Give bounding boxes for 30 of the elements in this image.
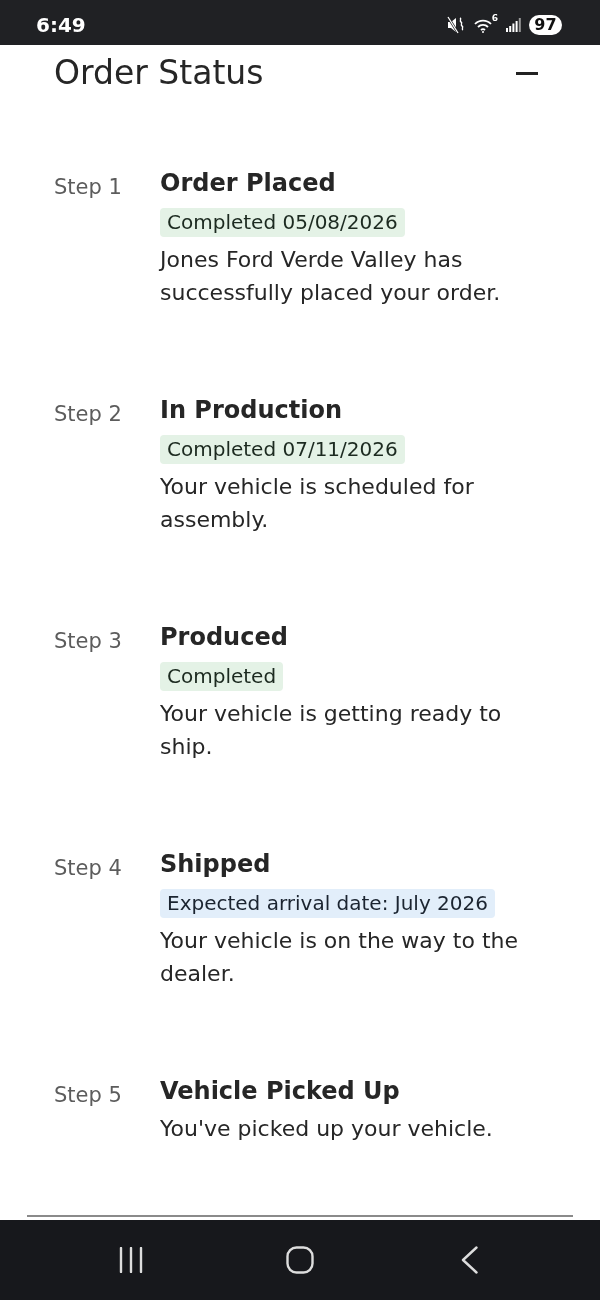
step-description: Jones Ford Verde Valley has successfully placed your order. [160, 246, 502, 307]
step-description: Your vehicle is getting ready to ship. [160, 700, 503, 761]
step-title: Order Placed [160, 168, 336, 198]
wifi-standard-label: 6 [491, 12, 498, 23]
step-title: Shipped [160, 849, 271, 879]
status-badge: Completed [160, 662, 284, 691]
step-label: Step 3 [54, 628, 123, 655]
back-icon[interactable] [461, 1246, 478, 1274]
status-badge: Expected arrival date: July 2026 [160, 889, 495, 918]
step-label: Step 5 [54, 1082, 123, 1109]
step-description: Your vehicle is scheduled for assembly. [160, 473, 475, 534]
step-title: Produced [160, 622, 288, 652]
signal-icon [506, 17, 521, 32]
status-time: 6:49 [36, 12, 86, 37]
home-icon[interactable] [286, 1246, 314, 1274]
minus-icon[interactable] [516, 71, 538, 75]
wifi-icon [473, 18, 492, 33]
step-description: You've picked up your vehicle. [160, 1115, 493, 1143]
status-badge: Completed 07/11/2026 [160, 435, 405, 464]
step-title: In Production [160, 395, 343, 425]
step-label: Step 4 [54, 855, 123, 882]
recent-apps-icon[interactable] [118, 1247, 144, 1273]
step-description: Your vehicle is on the way to the dealer. [160, 927, 520, 988]
step-label: Step 1 [54, 174, 123, 201]
step-label: Step 2 [54, 401, 123, 428]
page-title: Order Status [54, 53, 264, 93]
step-title: Vehicle Picked Up [160, 1076, 400, 1106]
status-badge: Completed 05/08/2026 [160, 208, 405, 237]
battery-indicator: 97 [529, 14, 562, 35]
mute-icon [446, 15, 464, 34]
